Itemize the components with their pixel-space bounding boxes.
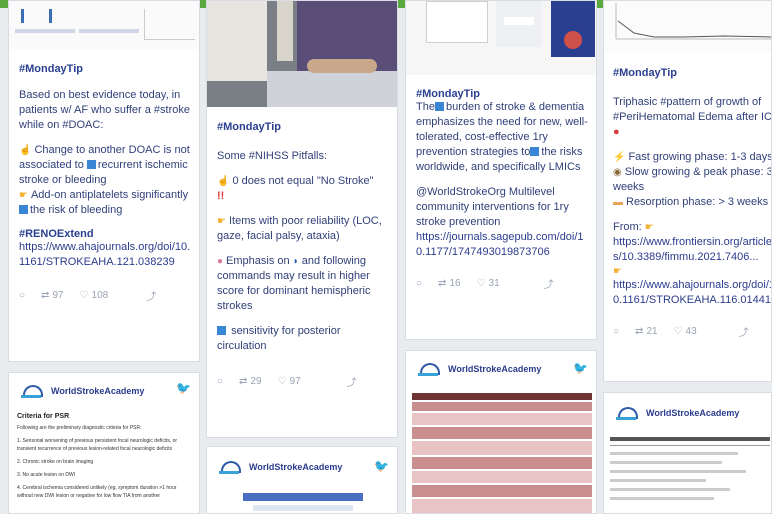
article-link[interactable]: https://www.ahajournals.org/doi/10.1161/…: [613, 278, 771, 308]
drop-icon: ●: [613, 126, 620, 138]
document-title: Criteria for PSR: [17, 413, 70, 420]
twitter-bird-icon: 🐦: [374, 459, 389, 473]
pointing-hand-icon: ☝: [19, 145, 32, 156]
bullet-item: ☛ Items with poor reliability (LOC, gaze,…: [217, 215, 382, 242]
document-line: 1. Sensorial worsening of previous persi…: [17, 438, 178, 452]
bullet-item: ☛ Add-on antiplatelets significantly the …: [19, 189, 189, 216]
retweet-icon[interactable]: ⇄ 21: [635, 326, 658, 337]
hashtag[interactable]: #MondayTip: [416, 88, 592, 100]
tweet-image: [253, 505, 353, 511]
tweet-image: [243, 493, 363, 501]
article-link[interactable]: https://www.frontiersin.org/articles/10.…: [613, 235, 771, 265]
world-stroke-academy-logo: [616, 405, 638, 421]
bullet-item: ⚡ Fast growing phase: 1-3 days: [613, 151, 772, 163]
pointing-hand-icon: ☝: [217, 176, 230, 187]
share-icon[interactable]: ⤴: [544, 276, 554, 291]
tweet-card[interactable]: WorldStrokeAcademy 🐦 Criteria for PSR Fo…: [8, 372, 200, 514]
down-arrow-icon: [86, 160, 96, 169]
down-arrow-icon: [530, 147, 540, 156]
heart-icon[interactable]: ♡ 108: [80, 290, 109, 301]
tweet-actions: ○ ⇄ 29 ♡ 97 ⤴: [217, 374, 393, 389]
tweet-card[interactable]: #MondayTip Some #NIHSS Pitfalls: ☝ 0 does…: [206, 0, 398, 438]
down-arrow-icon: [217, 326, 226, 335]
lightning-icon: ⚡: [613, 152, 626, 163]
reply-icon[interactable]: ○: [613, 326, 619, 337]
article-link[interactable]: https://journals.sagepub.com/doi/10.1177…: [416, 230, 592, 260]
bullet-item: sensitivity for posterior circulation: [217, 325, 341, 352]
bullet-item: ● Emphasis on ◗ and following commands may…: [217, 255, 371, 312]
heart-icon[interactable]: ♡ 31: [477, 278, 500, 289]
account-name[interactable]: WorldStrokeAcademy: [448, 364, 541, 374]
tweet-text: @WorldStrokeOrg Multilevel community int…: [416, 186, 569, 228]
source-label: From: ☛: [613, 221, 654, 233]
snail-icon: ◉: [613, 167, 622, 178]
hashtag[interactable]: #RENOExtend: [19, 228, 195, 240]
tweet-image: [604, 1, 771, 53]
table-image: [412, 393, 592, 513]
share-icon[interactable]: ⤴: [739, 324, 749, 339]
twitter-bird-icon: 🐦: [176, 381, 191, 395]
document-line: 3. No acute lesion on DWI: [17, 472, 76, 478]
tweet-card[interactable]: WorldStrokeAcademy: [603, 392, 772, 514]
hashtag[interactable]: #MondayTip: [613, 67, 771, 79]
hashtag[interactable]: #MondayTip: [19, 63, 195, 75]
retweet-icon[interactable]: ⇄ 29: [239, 376, 262, 387]
tweet-text: Based on best evidence today, in patient…: [19, 89, 190, 131]
tweet-card[interactable]: #MondayTip Based on best evidence today,…: [8, 0, 200, 362]
world-stroke-academy-logo: [418, 361, 440, 377]
tweet-actions: ○ ⇄ 16 ♡ 31 ⤴: [416, 276, 592, 291]
bullet-item: ☝ Change to another DOAC is not associate…: [19, 144, 190, 186]
table-image: [610, 437, 770, 506]
account-name[interactable]: WorldStrokeAcademy: [646, 408, 739, 418]
heart-icon[interactable]: ♡ 43: [674, 326, 697, 337]
reply-icon[interactable]: ○: [416, 278, 422, 289]
document-line: 4. Cerebral ischemia considered unlikely…: [17, 485, 177, 499]
tweet-card[interactable]: WorldStrokeAcademy 🐦: [405, 350, 597, 514]
tweet-image: [406, 1, 596, 75]
tweet-text: Some #NIHSS Pitfalls:: [217, 150, 328, 162]
share-icon[interactable]: ⤴: [347, 374, 357, 389]
retweet-icon[interactable]: ⇄ 97: [41, 290, 64, 301]
hashtag[interactable]: #MondayTip: [217, 121, 393, 133]
pointing-hand-icon: ☛: [613, 266, 622, 277]
tweet-card[interactable]: #MondayTip Triphasic #pattern of growth …: [603, 0, 772, 382]
tweet-text: The burden of stroke & dementia emphasize…: [416, 101, 588, 173]
tweet-text: Triphasic #pattern of growth of #PeriHem…: [613, 96, 772, 123]
account-name[interactable]: WorldStrokeAcademy: [249, 462, 342, 472]
article-link[interactable]: https://www.ahajournals.org/doi/10.1161/…: [19, 240, 195, 270]
tweet-actions: ○ ⇄ 21 ♡ 43 ⤴: [613, 324, 771, 339]
heart-icon[interactable]: ♡ 97: [278, 376, 301, 387]
tweet-image: [207, 1, 397, 107]
twitter-bird-icon: 🐦: [573, 361, 588, 375]
world-stroke-academy-logo: [219, 459, 241, 475]
document-line: 2. Chronic stroke on brain imaging: [17, 459, 94, 465]
share-icon[interactable]: ⤴: [146, 288, 156, 303]
tweet-card[interactable]: WorldStrokeAcademy 🐦: [206, 446, 398, 514]
brain-icon: ●: [217, 256, 224, 267]
bullet-item: ◉ Slow growing & peak phase: 3 weeks: [613, 166, 772, 193]
tweet-image: [9, 1, 199, 49]
reply-icon[interactable]: ○: [19, 290, 25, 301]
up-arrow-icon: [434, 102, 444, 111]
reply-icon[interactable]: ○: [217, 376, 223, 387]
tweet-card[interactable]: #MondayTip The burden of stroke & dementi…: [405, 0, 597, 340]
pointing-hand-icon: ☛: [217, 216, 226, 227]
bullet-item: ☝ 0 does not equal "No Stroke" !!: [217, 175, 374, 202]
world-stroke-academy-logo: [21, 383, 43, 399]
up-arrow-icon: [19, 205, 28, 214]
chart-thumbnail: [615, 3, 771, 40]
bullet-item: ▬ Resorption phase: > 3 weeks: [613, 196, 769, 208]
tweet-actions: ○ ⇄ 97 ♡ 108 ⤴: [19, 288, 195, 303]
account-name[interactable]: WorldStrokeAcademy: [51, 386, 144, 396]
retweet-icon[interactable]: ⇄ 16: [438, 278, 461, 289]
pointing-hand-icon: ☛: [19, 190, 28, 201]
pointing-hand-icon: ☛: [644, 222, 654, 233]
adhesive-bandage-icon: ▬: [613, 197, 623, 208]
speech-icon: ◗: [292, 256, 299, 267]
document-line: Following are the preliminary diagnostic…: [17, 425, 142, 431]
double-exclamation-icon: !!: [217, 190, 225, 202]
